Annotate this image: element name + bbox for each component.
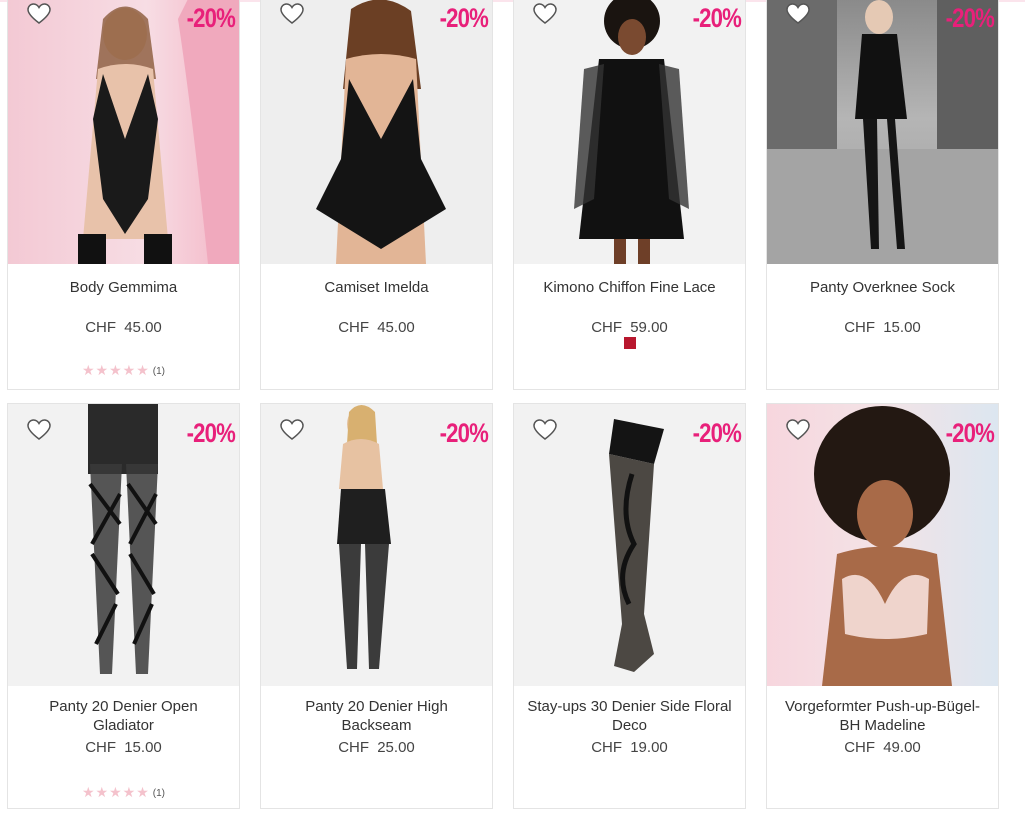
product-price: CHF 49.00 <box>844 739 921 756</box>
product-image[interactable]: -20% <box>261 0 492 264</box>
discount-badge: -20% <box>945 418 995 448</box>
wishlist-heart-icon[interactable] <box>786 419 810 441</box>
product-image[interactable]: -20% <box>514 0 745 264</box>
product-name[interactable]: Panty 20 Denier Open Gladiator <box>18 697 229 735</box>
discount-badge: -20% <box>186 418 236 448</box>
product-name[interactable]: Panty Overknee Sock <box>777 278 988 297</box>
product-image[interactable]: -20% <box>767 404 998 686</box>
product-image[interactable]: -20% <box>514 404 745 686</box>
review-count: (1) <box>152 788 165 799</box>
product-name[interactable]: Camiset Imelda <box>271 278 482 297</box>
product-price: CHF 45.00 <box>338 319 415 336</box>
product-price: CHF 45.00 <box>85 319 162 336</box>
product-name[interactable]: Stay-ups 30 Denier Side Floral Deco <box>524 697 735 735</box>
product-card[interactable]: -20% Panty 20 Denier High Backseam CHF 2… <box>260 403 493 809</box>
discount-badge: -20% <box>692 3 742 33</box>
rating-stars: ★★★★★ (1) <box>82 362 165 378</box>
discount-badge: -20% <box>186 3 236 33</box>
product-card[interactable]: -20% Body Gemmima CHF 45.00 ★★★★★ (1) <box>7 0 240 390</box>
review-count: (1) <box>152 366 165 377</box>
product-card[interactable]: -20% Vorgeformter Push-up-Bügel-BH Madel… <box>766 403 999 809</box>
discount-badge: -20% <box>945 3 995 33</box>
product-price: CHF 15.00 <box>844 319 921 336</box>
product-image[interactable]: -20% <box>767 0 998 264</box>
product-price: CHF 25.00 <box>338 739 415 756</box>
product-card[interactable]: -20% Panty Overknee Sock CHF 15.00 <box>766 0 999 390</box>
wishlist-heart-icon[interactable] <box>533 419 557 441</box>
product-card[interactable]: -20% Camiset Imelda CHF 45.00 <box>260 0 493 390</box>
discount-badge: -20% <box>439 418 489 448</box>
wishlist-heart-icon[interactable] <box>280 3 304 25</box>
wishlist-heart-icon[interactable] <box>786 3 810 25</box>
product-price: CHF 15.00 <box>85 739 162 756</box>
product-name[interactable]: Panty 20 Denier High Backseam <box>271 697 482 735</box>
product-name[interactable]: Body Gemmima <box>18 278 229 297</box>
product-price: CHF 19.00 <box>591 739 668 756</box>
color-swatch[interactable] <box>624 337 636 349</box>
product-price: CHF 59.00 <box>591 319 668 336</box>
product-image[interactable]: -20% <box>8 0 239 264</box>
product-card[interactable]: -20% Stay-ups 30 Denier Side Floral Deco… <box>513 403 746 809</box>
product-name[interactable]: Vorgeformter Push-up-Bügel-BH Madeline <box>777 697 988 735</box>
product-card[interactable]: -20% Kimono Chiffon Fine Lace CHF 59.00 <box>513 0 746 390</box>
product-image[interactable]: -20% <box>8 404 239 686</box>
product-name[interactable]: Kimono Chiffon Fine Lace <box>524 278 735 297</box>
rating-stars: ★★★★★ (1) <box>82 784 165 800</box>
discount-badge: -20% <box>439 3 489 33</box>
product-card[interactable]: -20% Panty 20 Denier Open Gladiator CHF … <box>7 403 240 809</box>
wishlist-heart-icon[interactable] <box>533 3 557 25</box>
product-image[interactable]: -20% <box>261 404 492 686</box>
wishlist-heart-icon[interactable] <box>27 3 51 25</box>
discount-badge: -20% <box>692 418 742 448</box>
wishlist-heart-icon[interactable] <box>27 419 51 441</box>
wishlist-heart-icon[interactable] <box>280 419 304 441</box>
